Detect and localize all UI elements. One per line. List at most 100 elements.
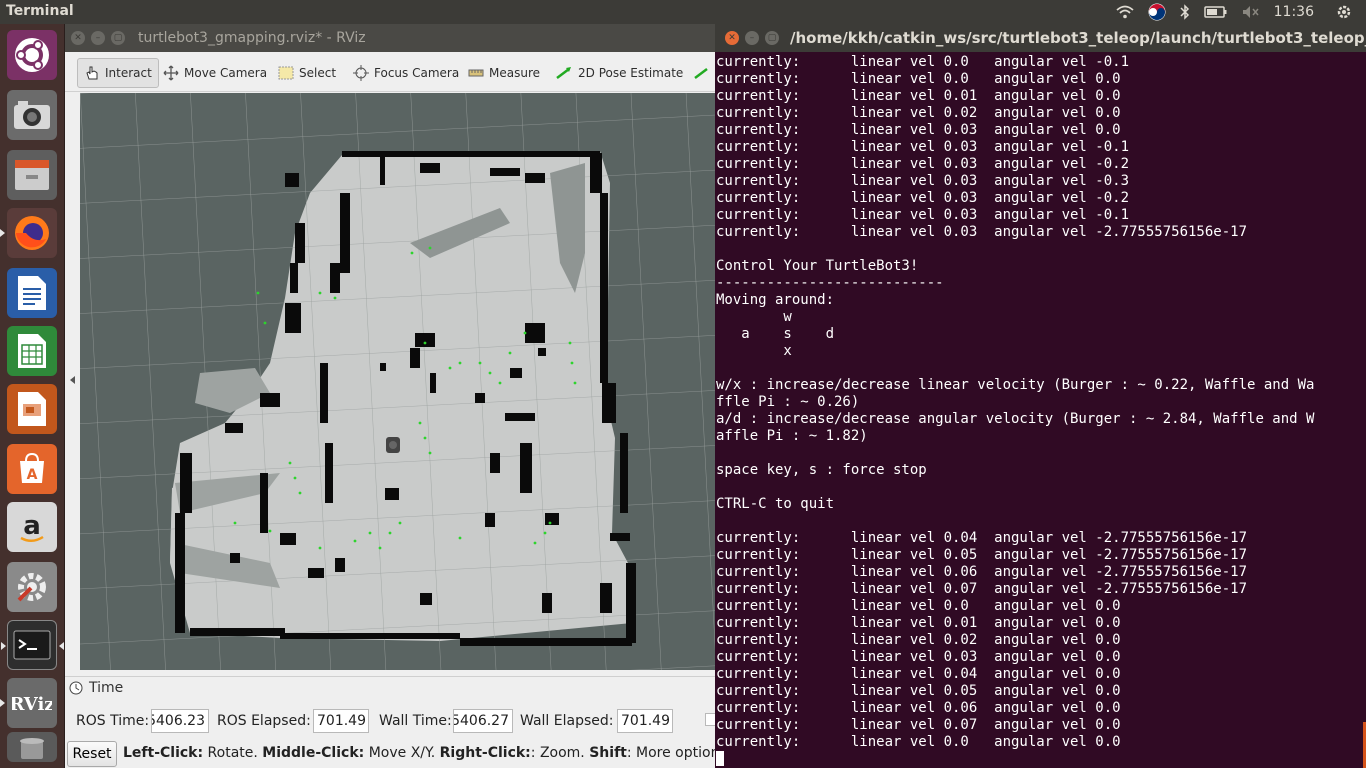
laser-scan-point bbox=[533, 541, 537, 545]
power-gear-icon[interactable] bbox=[1336, 4, 1352, 20]
time-panel-header[interactable]: Time bbox=[69, 680, 123, 696]
map-obstacle bbox=[600, 583, 612, 613]
libreoffice-calc-icon[interactable] bbox=[7, 326, 57, 376]
volume-muted-icon[interactable] bbox=[1242, 5, 1260, 19]
terminal-prompt-line bbox=[716, 751, 1356, 768]
rviz-minimize-button[interactable]: – bbox=[91, 31, 105, 45]
map-obstacle bbox=[325, 443, 333, 503]
wifi-icon[interactable] bbox=[1116, 5, 1134, 19]
terminal-output[interactable]: currently: linear vel 0.0 angular vel -0… bbox=[716, 54, 1356, 768]
terminal-maximize-button[interactable]: ▢ bbox=[765, 31, 779, 45]
map-obstacle bbox=[538, 348, 546, 356]
terminal-line: currently: linear vel 0.03 angular vel 0… bbox=[716, 649, 1121, 665]
camera-app-icon[interactable] bbox=[7, 90, 57, 140]
bluetooth-icon[interactable] bbox=[1180, 4, 1190, 20]
terminal-line: currently: linear vel 0.06 angular vel 0… bbox=[716, 700, 1121, 716]
time-panel: Time ROS Time: 1645405406.23 ROS Elapsed… bbox=[65, 676, 731, 768]
amazon-icon[interactable]: a bbox=[7, 502, 57, 552]
laser-scan-point bbox=[263, 321, 267, 325]
focus-camera-label: Focus Camera bbox=[374, 66, 460, 80]
map-obstacle bbox=[385, 488, 399, 500]
battery-icon[interactable] bbox=[1203, 5, 1228, 19]
select-tool-button[interactable]: Select bbox=[272, 58, 342, 88]
map-obstacle bbox=[290, 263, 298, 293]
laser-scan-point bbox=[458, 536, 462, 540]
map-obstacle bbox=[525, 173, 545, 183]
terminal-line: w/x : increase/decrease linear velocity … bbox=[716, 377, 1315, 393]
laser-scan-point bbox=[488, 371, 492, 375]
middle-click-desc: Move X/Y. bbox=[364, 745, 440, 761]
wall-elapsed-label: Wall Elapsed: bbox=[520, 713, 614, 729]
wall-elapsed-field[interactable]: 701.49 bbox=[617, 709, 673, 733]
trash-icon[interactable] bbox=[7, 732, 57, 762]
software-center-icon[interactable]: A bbox=[7, 444, 57, 494]
terminal-line: w bbox=[716, 309, 792, 325]
laser-scan-point bbox=[378, 546, 382, 550]
green-arrow-icon bbox=[555, 66, 573, 80]
system-settings-icon[interactable] bbox=[7, 562, 57, 612]
map-obstacle bbox=[280, 633, 460, 639]
rviz-3d-viewport[interactable] bbox=[80, 93, 715, 670]
occupancy-grid-map[interactable] bbox=[80, 93, 715, 670]
libreoffice-writer-icon[interactable] bbox=[7, 268, 57, 318]
rviz-maximize-button[interactable]: ▢ bbox=[111, 31, 125, 45]
firefox-icon[interactable] bbox=[0, 208, 57, 258]
laser-scan-point bbox=[573, 381, 577, 385]
map-obstacle bbox=[420, 163, 440, 173]
rviz-close-button[interactable]: ✕ bbox=[71, 31, 85, 45]
terminal-line: currently: linear vel 0.01 angular vel 0… bbox=[716, 88, 1121, 104]
terminal-line: currently: linear vel 0.0 angular vel 0.… bbox=[716, 734, 1121, 750]
rviz-icon[interactable]: RViz bbox=[0, 678, 57, 728]
wall-time-field[interactable]: 1645405406.27 bbox=[453, 709, 513, 733]
terminal-line: currently: linear vel 0.0 angular vel 0.… bbox=[716, 598, 1121, 614]
map-obstacle bbox=[525, 323, 545, 343]
terminal-line: space key, s : force stop bbox=[716, 462, 927, 478]
panel-collapse-arrow[interactable] bbox=[70, 376, 75, 384]
terminal-window: ✕ – ▢ /home/kkh/catkin_ws/src/turtlebot3… bbox=[715, 24, 1366, 768]
files-icon[interactable] bbox=[7, 150, 57, 200]
laser-scan-point bbox=[333, 296, 337, 300]
laser-scan-point bbox=[543, 531, 547, 535]
focus-camera-tool-button[interactable]: Focus Camera bbox=[347, 58, 465, 88]
libreoffice-impress-icon[interactable] bbox=[7, 384, 57, 434]
map-obstacle bbox=[295, 223, 305, 263]
robot-model[interactable] bbox=[386, 437, 400, 453]
laser-scan-point bbox=[428, 246, 432, 250]
map-obstacle bbox=[285, 303, 301, 333]
terminal-icon[interactable] bbox=[1, 620, 64, 670]
right-click-key: Right-Click: bbox=[439, 745, 531, 761]
keyboard-language-icon[interactable] bbox=[1148, 3, 1166, 21]
clock[interactable]: 11:36 bbox=[1274, 4, 1314, 20]
terminal-cursor bbox=[716, 751, 724, 766]
laser-scan-point bbox=[353, 539, 357, 543]
reset-button[interactable]: Reset bbox=[67, 741, 117, 767]
terminal-close-button[interactable]: ✕ bbox=[725, 31, 739, 45]
map-obstacle bbox=[410, 348, 420, 368]
ubuntu-dash-icon[interactable] bbox=[7, 30, 57, 80]
rviz-toolbar: Interact Move Camera Select Focus Camera… bbox=[65, 52, 715, 92]
terminal-titlebar[interactable]: ✕ – ▢ /home/kkh/catkin_ws/src/turtlebot3… bbox=[715, 24, 1366, 52]
system-tray: 11:36 bbox=[1116, 0, 1366, 24]
map-obstacle bbox=[520, 443, 532, 493]
move-camera-tool-button[interactable]: Move Camera bbox=[157, 58, 273, 88]
map-obstacle bbox=[460, 638, 632, 646]
rviz-window-title: turtlebot3_gmapping.rviz* - RViz bbox=[138, 30, 366, 46]
interact-tool-button[interactable]: Interact bbox=[77, 58, 159, 88]
ros-elapsed-field[interactable]: 701.49 bbox=[313, 709, 369, 733]
terminal-line: currently: linear vel 0.01 angular vel 0… bbox=[716, 615, 1121, 631]
pose-estimate-label: 2D Pose Estimate bbox=[578, 66, 684, 80]
move-camera-label: Move Camera bbox=[184, 66, 268, 80]
terminal-line: currently: linear vel 0.07 angular vel 0… bbox=[716, 717, 1121, 733]
ros-time-field[interactable]: 1645405406.23 bbox=[151, 709, 209, 733]
map-obstacle bbox=[320, 363, 328, 423]
terminal-line: currently: linear vel 0.04 angular vel -… bbox=[716, 530, 1248, 546]
pose-estimate-tool-button[interactable]: 2D Pose Estimate bbox=[549, 58, 689, 88]
measure-tool-button[interactable]: Measure bbox=[462, 58, 546, 88]
terminal-minimize-button[interactable]: – bbox=[745, 31, 759, 45]
map-obstacle bbox=[190, 628, 285, 636]
left-click-desc: Rotate. bbox=[203, 745, 263, 761]
rviz-titlebar[interactable]: ✕ – ▢ turtlebot3_gmapping.rviz* - RViz bbox=[65, 24, 715, 52]
map-obstacle bbox=[490, 453, 500, 473]
